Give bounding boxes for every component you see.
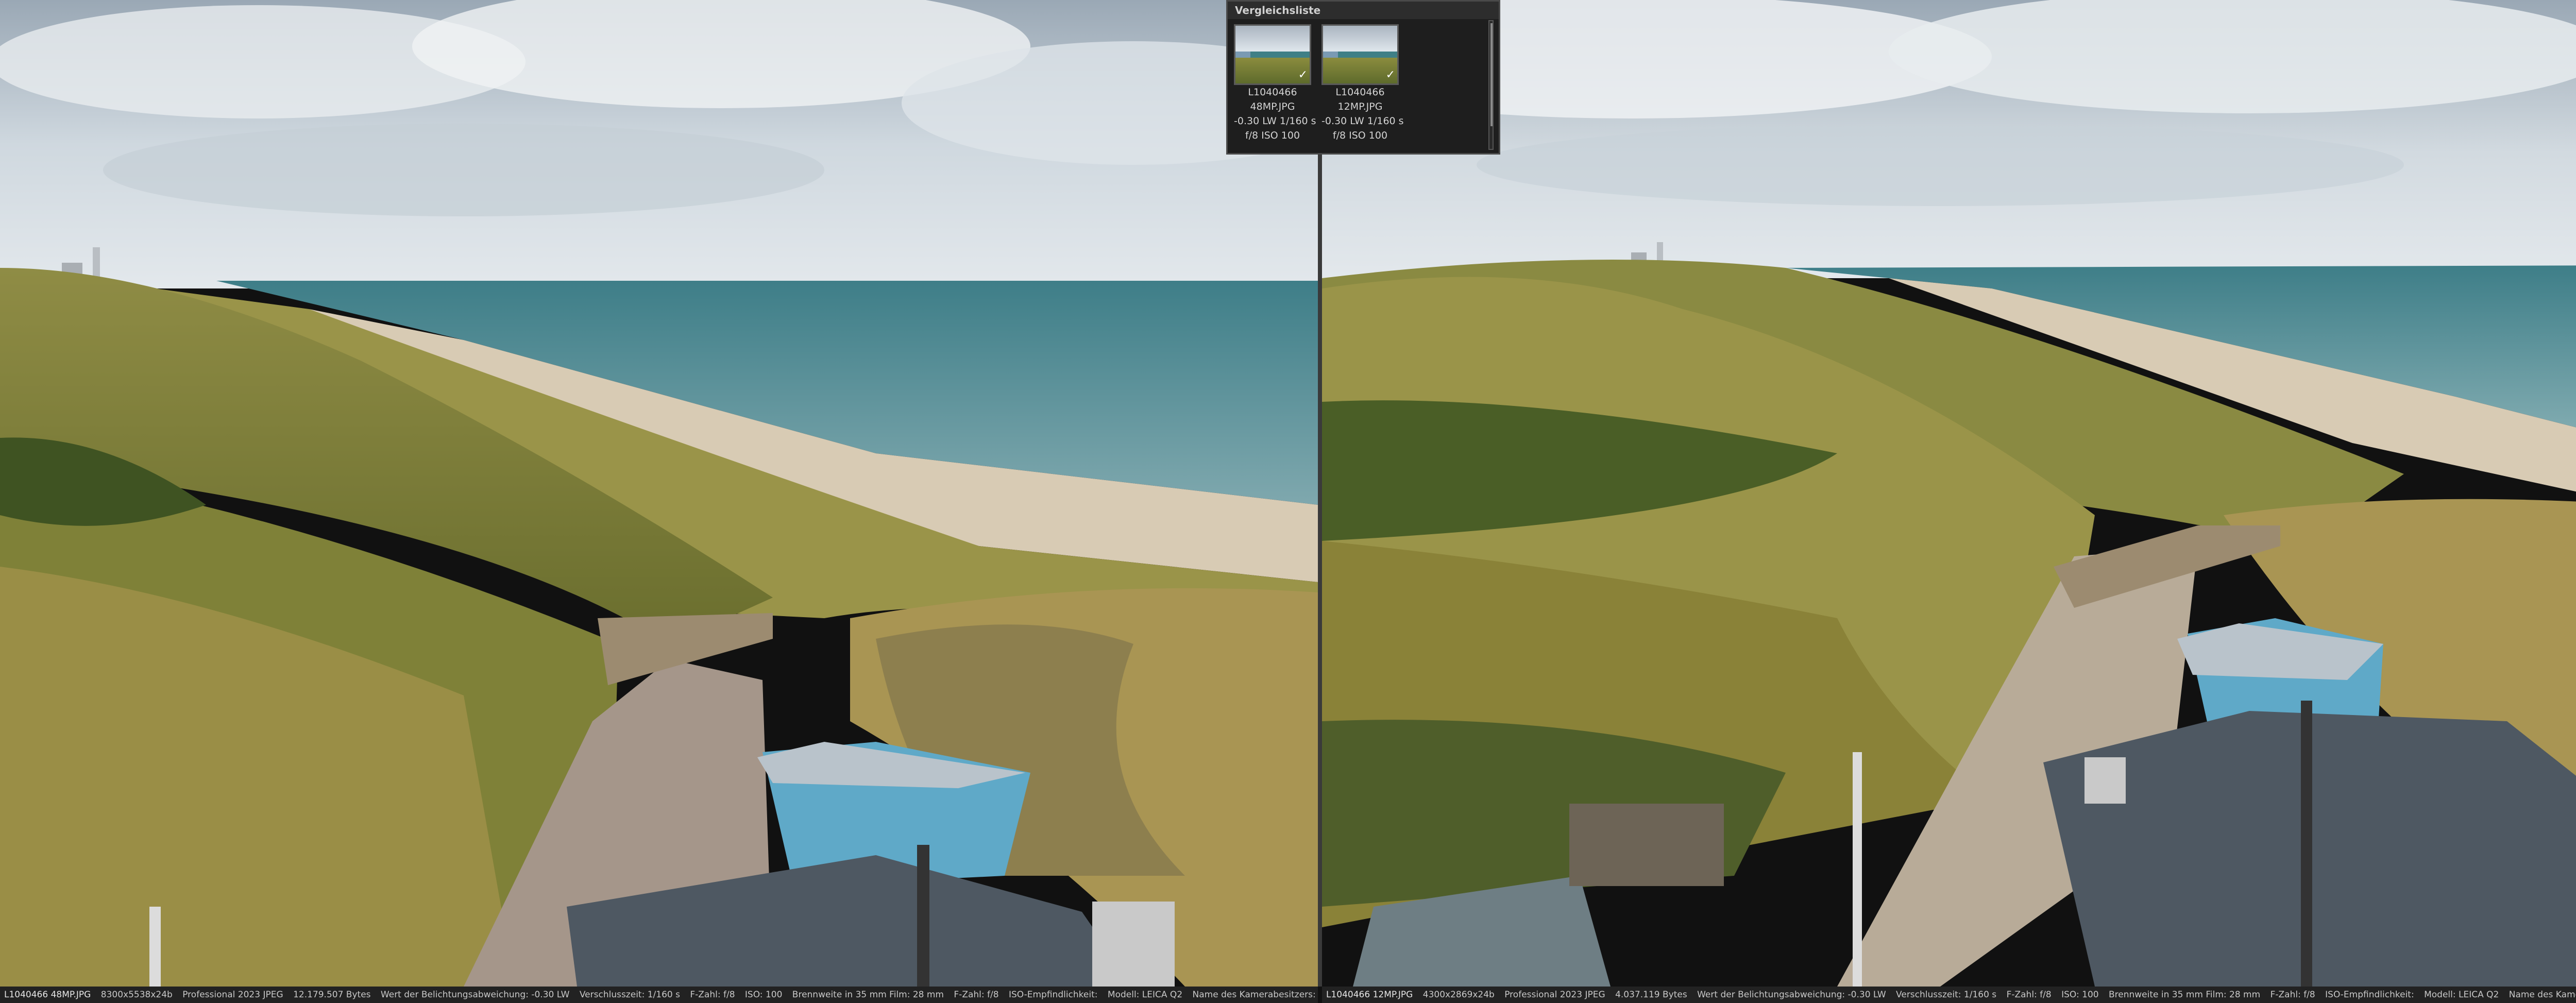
compare-list-scrollbar[interactable] bbox=[1488, 20, 1494, 150]
status-fnumber-2: F-Zahl: f/8 bbox=[954, 990, 999, 1000]
status-exposure: Wert der Belichtungsabweichung: -0.30 LW bbox=[380, 990, 570, 1000]
thumb-shutter: 1/160 s bbox=[1279, 115, 1316, 127]
status-shutter: Verschlusszeit: 1/160 s bbox=[579, 990, 680, 1000]
scrollbar-thumb[interactable] bbox=[1490, 23, 1493, 126]
thumb-aperture: f/8 bbox=[1245, 130, 1259, 141]
status-filesize: 4.037.119 Bytes bbox=[1615, 990, 1687, 1000]
thumbnail-image[interactable]: ✓ bbox=[1234, 24, 1311, 85]
status-shutter: Verschlusszeit: 1/160 s bbox=[1896, 990, 1997, 1000]
status-iso-sensitivity: ISO-Empfindlichkeit: bbox=[2325, 990, 2414, 1000]
status-dimensions: 4300x2869x24b bbox=[1422, 990, 1495, 1000]
right-photo bbox=[1322, 0, 2576, 987]
compare-list-title: Vergleichsliste bbox=[1228, 2, 1499, 19]
thumb-exposure-line: -0.30 LW 1/160 s bbox=[1234, 114, 1316, 128]
status-exposure: Wert der Belichtungsabweichung: -0.30 LW bbox=[1697, 990, 1886, 1000]
status-owner: Name des Kamerabesitzers: bbox=[2509, 990, 2576, 1000]
thumb-shutter: 1/160 s bbox=[1367, 115, 1404, 127]
status-filename: L1040466 48MP.JPG bbox=[4, 990, 91, 1000]
compare-item[interactable]: ✓ L1040466 48MP.JPG -0.30 LW 1/160 s f/8… bbox=[1234, 24, 1316, 143]
status-model: Modell: LEICA Q2 bbox=[2424, 990, 2499, 1000]
status-iso-sensitivity: ISO-Empfindlichkeit: bbox=[1008, 990, 1098, 1000]
status-iso: ISO: 100 bbox=[744, 990, 783, 1000]
status-dimensions: 8300x5538x24b bbox=[100, 990, 173, 1000]
thumb-filename: L1040466 bbox=[1248, 87, 1297, 98]
compare-list-panel: Vergleichsliste ✓ L1040466 48MP.JPG -0.3… bbox=[1226, 0, 1500, 155]
thumb-format: 48MP.JPG bbox=[1250, 101, 1295, 112]
status-owner: Name des Kamerabesitzers: bbox=[1192, 990, 1316, 1000]
thumb-aperture-line: f/8 ISO 100 bbox=[1321, 128, 1399, 143]
status-bar-right: L1040466 12MP.JPG 4300x2869x24b Professi… bbox=[1322, 987, 2576, 1003]
thumb-exposure-line: -0.30 LW 1/160 s bbox=[1321, 114, 1404, 128]
status-iso: ISO: 100 bbox=[2061, 990, 2099, 1000]
thumb-aperture-line: f/8 ISO 100 bbox=[1234, 128, 1311, 143]
thumb-exposure: -0.30 LW bbox=[1321, 115, 1364, 127]
status-filename: L1040466 12MP.JPG bbox=[1326, 990, 1413, 1000]
status-model: Modell: LEICA Q2 bbox=[1107, 990, 1183, 1000]
status-filesize: 12.179.507 Bytes bbox=[293, 990, 371, 1000]
thumb-iso: ISO 100 bbox=[1261, 130, 1300, 141]
status-fnumber-2: F-Zahl: f/8 bbox=[2270, 990, 2315, 1000]
status-app: Professional 2023 JPEG bbox=[182, 990, 283, 1000]
status-focal: Brennweite in 35 mm Film: 28 mm bbox=[2108, 990, 2261, 1000]
thumb-iso: ISO 100 bbox=[1349, 130, 1388, 141]
right-image-pane[interactable] bbox=[1322, 0, 2576, 987]
thumb-exposure: -0.30 LW bbox=[1234, 115, 1277, 127]
left-photo bbox=[0, 0, 1318, 987]
thumb-format: 12MP.JPG bbox=[1337, 101, 1383, 112]
status-focal: Brennweite in 35 mm Film: 28 mm bbox=[792, 990, 944, 1000]
status-bar-left: L1040466 48MP.JPG 8300x5538x24b Professi… bbox=[0, 987, 1318, 1003]
status-app: Professional 2023 JPEG bbox=[1504, 990, 1605, 1000]
compare-item[interactable]: ✓ L1040466 12MP.JPG -0.30 LW 1/160 s f/8… bbox=[1321, 24, 1404, 143]
thumb-filename: L1040466 bbox=[1335, 87, 1385, 98]
thumb-aperture: f/8 bbox=[1332, 130, 1346, 141]
left-image-pane[interactable] bbox=[0, 0, 1318, 987]
thumbnail-image[interactable]: ✓ bbox=[1321, 24, 1399, 85]
status-fnumber: F-Zahl: f/8 bbox=[2006, 990, 2052, 1000]
check-icon: ✓ bbox=[1298, 69, 1308, 81]
check-icon: ✓ bbox=[1385, 69, 1395, 81]
status-fnumber: F-Zahl: f/8 bbox=[690, 990, 735, 1000]
